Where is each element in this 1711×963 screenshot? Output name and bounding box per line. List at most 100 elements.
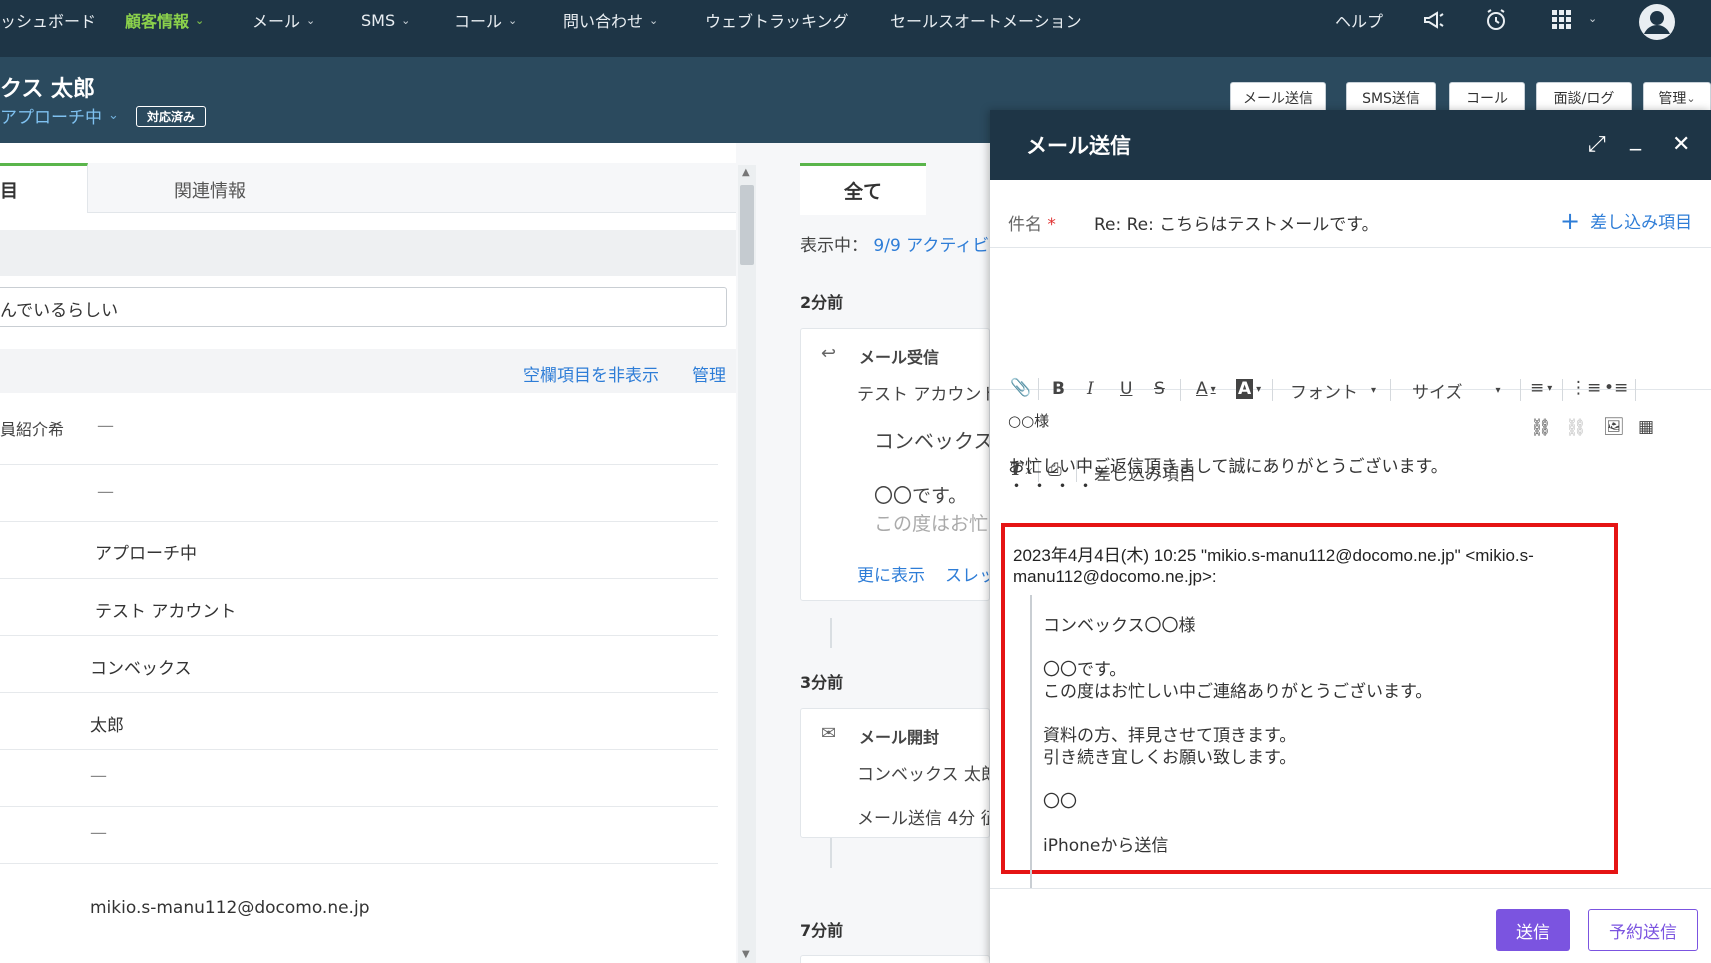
- nav-sales-automation[interactable]: セールスオートメーション: [890, 9, 1082, 31]
- timeline-panel: 全て 表示中： 9/9 アクティビ 2分前 ↩ メール受信 テスト アカウント …: [756, 143, 990, 963]
- expand-icon[interactable]: ⤢: [1588, 132, 1606, 157]
- quote-bar: [1030, 595, 1032, 895]
- time-label: 2分前: [800, 293, 844, 312]
- tab-all[interactable]: 全て: [800, 163, 926, 215]
- bold-icon[interactable]: B: [1052, 379, 1065, 399]
- insert-merge-field-button[interactable]: + 差し込み項目: [1560, 208, 1693, 234]
- email-composer: メール送信 ⤢ _ ✕ 件名 * Re: Re: こちらはテストメールです。 +…: [990, 110, 1711, 963]
- showing-filter-link[interactable]: 9/9 アクティビ: [873, 236, 989, 256]
- body-greeting: ○○様: [1008, 412, 1050, 430]
- merge-fields-label: 差し込み項目: [1590, 213, 1693, 233]
- unlink-icon[interactable]: ⛓: [1565, 418, 1587, 438]
- field-value: アプローチ中: [95, 544, 197, 564]
- minimize-icon[interactable]: _: [1630, 126, 1641, 151]
- field-row: 員紹介希 —: [0, 393, 718, 465]
- tab-related[interactable]: 関連情報: [174, 177, 246, 203]
- time-label: 7分前: [800, 921, 844, 940]
- toolbar-divider: [1180, 379, 1181, 401]
- nav-sms[interactable]: SMS ⌄: [361, 9, 410, 31]
- activity-card[interactable]: [800, 955, 990, 963]
- strikethrough-icon[interactable]: S: [1154, 379, 1165, 399]
- activity-line: コンベックス: [874, 429, 990, 453]
- notes-textarea[interactable]: んでいるらしい: [0, 287, 727, 327]
- record-name: クス 太郎: [0, 77, 95, 102]
- italic-icon[interactable]: I: [1087, 379, 1094, 399]
- link-icon[interactable]: ⛓: [1530, 418, 1552, 438]
- nav-help[interactable]: ヘルプ: [1335, 9, 1383, 31]
- quote-line: 引き続き宜しくお願い致します。: [1043, 748, 1297, 768]
- underline-icon[interactable]: U: [1120, 379, 1132, 399]
- editor-toolbar: 📎 B I U S A ▾ A ▾ フォント ▾ サイズ ▾ ≡ ▾ ⋮≡ •≡ ⛓ ⛓ …: [990, 250, 1711, 485]
- close-icon[interactable]: ✕: [1672, 132, 1690, 157]
- field-row: —: [0, 807, 718, 864]
- field-row: コンベックス: [0, 636, 718, 693]
- nav-label: 問い合わせ: [563, 12, 644, 31]
- chevron-down-icon: ⌄: [306, 13, 316, 27]
- top-nav: ッシュボード 顧客情報 ⌄ メール ⌄ SMS ⌄ コール ⌄ 問い合わせ ⌄ ウェブトラ…: [0, 0, 1711, 57]
- nav-label: ヘルプ: [1335, 12, 1384, 31]
- nav-inquiry[interactable]: 問い合わせ ⌄: [563, 9, 658, 31]
- scroll-down-icon[interactable]: ▼: [742, 949, 750, 960]
- highlight-color-icon[interactable]: A ▾: [1236, 379, 1261, 399]
- nav-dashboard[interactable]: ッシュボード: [0, 9, 96, 31]
- manage-fields-link[interactable]: 管理: [692, 361, 726, 386]
- nav-label: セールスオートメーション: [890, 12, 1082, 31]
- quote-line: コンベックス〇〇様: [1043, 616, 1196, 636]
- align-icon[interactable]: ≡ ▾: [1530, 378, 1552, 398]
- size-select[interactable]: サイズ ▾: [1412, 378, 1501, 403]
- subject-row: 件名 * Re: Re: こちらはテストメールです。 + 差し込み項目: [990, 196, 1711, 248]
- body-dots: ・・・・: [1008, 477, 1100, 497]
- chevron-down-icon: ⌄: [195, 13, 205, 27]
- activity-card-mail-opened[interactable]: ✉ メール開封 コンベックス 太郎 メール送信 4分 征: [800, 708, 990, 838]
- image-icon[interactable]: 🖼: [1603, 417, 1625, 437]
- hide-empty-link[interactable]: 空欄項目を非表示: [523, 361, 659, 386]
- apps-grid-icon[interactable]: [1548, 6, 1576, 34]
- nav-label: SMS: [361, 10, 396, 30]
- quote-line: この度はお忙しい中ご連絡ありがとうございます。: [1043, 682, 1433, 702]
- nav-call[interactable]: コール ⌄: [454, 9, 517, 31]
- field-value: —: [97, 482, 114, 502]
- thread-link[interactable]: スレッ: [945, 561, 989, 586]
- status-badge: 対応済み: [136, 106, 207, 127]
- paperclip-icon[interactable]: 📎: [1010, 378, 1031, 398]
- font-color-icon[interactable]: A ▾: [1196, 379, 1216, 399]
- composer-footer: 送信 予約送信: [990, 888, 1711, 963]
- numbered-list-icon[interactable]: ⋮≡: [1570, 378, 1601, 398]
- megaphone-icon[interactable]: [1420, 6, 1448, 34]
- table-icon[interactable]: ▦: [1638, 417, 1654, 437]
- nav-label: メール: [252, 12, 301, 31]
- bullet-list-icon[interactable]: •≡: [1604, 378, 1628, 398]
- alarm-clock-icon[interactable]: [1482, 6, 1510, 34]
- nav-customer-info[interactable]: 顧客情報 ⌄: [125, 9, 204, 31]
- activity-line: メール送信 4分 征: [857, 809, 990, 829]
- field-row: テスト アカウント: [0, 579, 718, 636]
- record-status[interactable]: アプローチ中 ⌄: [0, 103, 119, 128]
- field-value: コンベックス: [90, 659, 192, 679]
- quoted-reply-highlight: 2023年4月4日(木) 10:25 "mikio.s-manu112@doco…: [1001, 523, 1618, 895]
- subject-input[interactable]: Re: Re: こちらはテストメールです。: [1094, 210, 1379, 235]
- scroll-thumb[interactable]: [740, 185, 754, 265]
- scrollbar[interactable]: ▲ ▼: [738, 165, 756, 963]
- nav-mail[interactable]: メール ⌄: [252, 9, 315, 31]
- activity-card-mail-received[interactable]: ↩ メール受信 テスト アカウント コンベックス 〇〇です。 この度はお忙 更に…: [800, 328, 990, 601]
- tab-details[interactable]: 目: [0, 163, 88, 213]
- toolbar-divider: [1272, 379, 1273, 401]
- required-mark: *: [1047, 215, 1056, 235]
- activity-title: メール受信: [859, 348, 940, 367]
- detail-tabs: 目 関連情報: [0, 163, 736, 213]
- scroll-up-icon[interactable]: ▲: [742, 167, 750, 178]
- field-value-email: mikio.s-manu112@docomo.ne.jp: [90, 898, 370, 918]
- show-more-link[interactable]: 更に表示: [857, 561, 925, 586]
- composer-title: メール送信: [1026, 134, 1131, 158]
- send-button[interactable]: 送信: [1496, 909, 1570, 951]
- font-select[interactable]: フォント ▾: [1290, 378, 1376, 403]
- field-value: —: [90, 823, 107, 843]
- avatar-icon[interactable]: [1637, 2, 1677, 42]
- nav-web-tracking[interactable]: ウェブトラッキング: [705, 9, 849, 31]
- schedule-send-button[interactable]: 予約送信: [1588, 909, 1698, 951]
- toolbar-divider: [1390, 379, 1391, 401]
- field-label: 員紹介希: [0, 420, 65, 439]
- activity-title: メール開封: [859, 728, 940, 747]
- activity-line: コンベックス 太郎: [857, 765, 990, 785]
- nav-label: ウェブトラッキング: [705, 12, 849, 31]
